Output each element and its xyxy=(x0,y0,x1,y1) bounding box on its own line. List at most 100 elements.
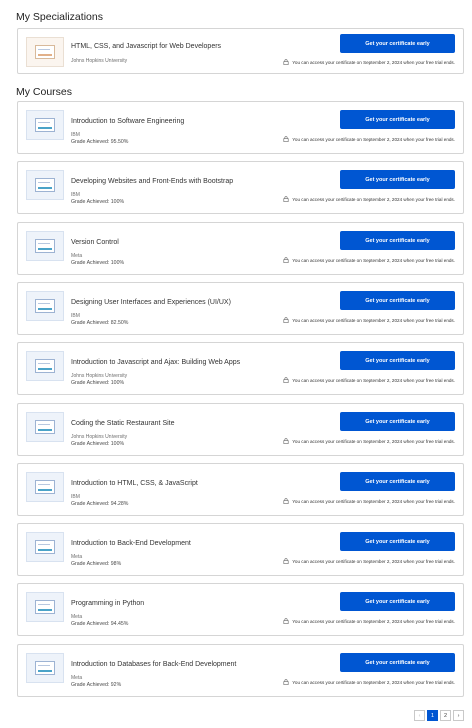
course-card[interactable]: Introduction to Software Engineering IBM G… xyxy=(17,101,464,154)
course-thumbnail xyxy=(26,532,64,562)
trial-note: You can access your certificate on Septe… xyxy=(283,558,455,564)
trial-note-text: You can access your certificate on Septe… xyxy=(292,558,455,564)
course-grade: Grade Achieved: 100% xyxy=(71,441,125,447)
trial-note: You can access your certificate on Septe… xyxy=(283,136,455,142)
course-card[interactable]: Introduction to Javascript and Ajax: Bui… xyxy=(17,342,464,395)
lock-icon xyxy=(283,196,289,202)
course-card[interactable]: Introduction to Back-End Development Meta… xyxy=(17,523,464,576)
course-card[interactable]: Introduction to Databases for Back-End D… xyxy=(17,644,464,697)
course-grade: Grade Achieved: 95.50% xyxy=(71,139,129,145)
trial-note: You can access your certificate on Septe… xyxy=(283,317,455,323)
lock-icon xyxy=(283,438,289,444)
lock-icon xyxy=(283,618,289,624)
course-thumbnail xyxy=(26,592,64,622)
course-org: IBM xyxy=(71,313,80,319)
course-org: Johns Hopkins University xyxy=(71,434,128,440)
course-grade: Grade Achieved: 94.45% xyxy=(71,621,129,627)
course-org: IBM xyxy=(71,494,80,500)
course-thumbnail xyxy=(26,412,64,442)
course-thumbnail xyxy=(26,472,64,502)
course-card[interactable]: Designing User Interfaces and Experience… xyxy=(17,282,464,335)
course-org: Meta xyxy=(71,675,83,681)
get-certificate-button[interactable]: Get your certificate early xyxy=(340,592,455,611)
get-certificate-button[interactable]: Get your certificate early xyxy=(340,291,455,310)
course-org: IBM xyxy=(71,192,80,198)
course-title[interactable]: Introduction to Software Engineering xyxy=(71,118,184,125)
next-page-button[interactable]: › xyxy=(453,710,464,721)
lock-icon xyxy=(283,679,289,685)
page-1-button[interactable]: 1 xyxy=(427,710,438,721)
get-certificate-button[interactable]: Get your certificate early xyxy=(340,170,455,189)
get-certificate-button[interactable]: Get your certificate early xyxy=(340,653,455,672)
trial-note-text: You can access your certificate on Septe… xyxy=(292,136,455,142)
course-org: IBM xyxy=(71,132,80,138)
trial-note-text: You can access your certificate on Septe… xyxy=(292,377,455,383)
lock-icon xyxy=(283,498,289,504)
course-card[interactable]: Coding the Static Restaurant Site Johns H… xyxy=(17,403,464,456)
course-title[interactable]: Introduction to Databases for Back-End D… xyxy=(71,661,236,668)
course-title[interactable]: Coding the Static Restaurant Site xyxy=(71,420,175,427)
course-title[interactable]: Version Control xyxy=(71,239,119,246)
course-card[interactable]: Version Control Meta Grade Achieved: 100% G… xyxy=(17,222,464,275)
trial-note-text: You can access your certificate on Septe… xyxy=(292,498,455,504)
lock-icon xyxy=(283,136,289,142)
course-thumbnail xyxy=(26,231,64,261)
course-org: Meta xyxy=(71,614,83,620)
lock-icon xyxy=(283,317,289,323)
course-card[interactable]: Introduction to HTML, CSS, & JavaScript I… xyxy=(17,463,464,516)
course-grade: Grade Achieved: 82.50% xyxy=(71,320,129,326)
course-thumbnail xyxy=(26,351,64,381)
course-thumbnail xyxy=(26,110,64,140)
trial-note: You can access your certificate on Septe… xyxy=(283,618,455,624)
courses-heading: My Courses xyxy=(16,86,73,98)
trial-note: You can access your certificate on Septe… xyxy=(283,438,455,444)
pagination: ‹ 1 2 › xyxy=(414,710,464,721)
get-certificate-button[interactable]: Get your certificate early xyxy=(340,472,455,491)
course-card[interactable]: Programming in Python Meta Grade Achieved:… xyxy=(17,583,464,636)
course-grade: Grade Achieved: 94.28% xyxy=(71,501,129,507)
course-title[interactable]: Introduction to Javascript and Ajax: Bui… xyxy=(71,359,240,366)
trial-note: You can access your certificate on Septe… xyxy=(283,196,455,202)
course-title[interactable]: Programming in Python xyxy=(71,600,144,607)
get-certificate-button[interactable]: Get your certificate early xyxy=(340,231,455,250)
trial-note-text: You can access your certificate on Septe… xyxy=(292,196,455,202)
trial-note: You can access your certificate on Septe… xyxy=(283,377,455,383)
course-grade: Grade Achieved: 100% xyxy=(71,260,125,266)
course-title[interactable]: Introduction to Back-End Development xyxy=(71,540,191,547)
get-certificate-button[interactable]: Get your certificate early xyxy=(340,532,455,551)
course-org: Johns Hopkins University xyxy=(71,373,128,379)
get-certificate-button[interactable]: Get your certificate early xyxy=(340,34,455,53)
trial-note: You can access your certificate on Septe… xyxy=(283,59,455,65)
trial-note: You can access your certificate on Septe… xyxy=(283,679,455,685)
specialization-card[interactable]: HTML, CSS, and Javascript for Web Develo… xyxy=(17,28,464,74)
course-title[interactable]: Designing User Interfaces and Experience… xyxy=(71,299,231,306)
trial-note: You can access your certificate on Septe… xyxy=(283,498,455,504)
specializations-heading: My Specializations xyxy=(16,11,103,23)
course-title[interactable]: Introduction to HTML, CSS, & JavaScript xyxy=(71,480,198,487)
course-org: Meta xyxy=(71,253,83,259)
trial-note-text: You can access your certificate on Septe… xyxy=(292,59,455,65)
page-2-button[interactable]: 2 xyxy=(440,710,451,721)
get-certificate-button[interactable]: Get your certificate early xyxy=(340,110,455,129)
course-grade: Grade Achieved: 100% xyxy=(71,199,125,205)
course-title[interactable]: Developing Websites and Front-Ends with … xyxy=(71,178,233,185)
specialization-org: Johns Hopkins University xyxy=(71,58,128,64)
certificate-thumbnail xyxy=(26,37,64,67)
trial-note-text: You can access your certificate on Septe… xyxy=(292,317,455,323)
course-grade: Grade Achieved: 92% xyxy=(71,682,122,688)
course-card[interactable]: Developing Websites and Front-Ends with … xyxy=(17,161,464,214)
trial-note-text: You can access your certificate on Septe… xyxy=(292,438,455,444)
specialization-title[interactable]: HTML, CSS, and Javascript for Web Develo… xyxy=(71,43,221,50)
get-certificate-button[interactable]: Get your certificate early xyxy=(340,351,455,370)
prev-page-button[interactable]: ‹ xyxy=(414,710,425,721)
get-certificate-button[interactable]: Get your certificate early xyxy=(340,412,455,431)
course-thumbnail xyxy=(26,653,64,683)
trial-note-text: You can access your certificate on Septe… xyxy=(292,257,455,263)
lock-icon xyxy=(283,558,289,564)
trial-note-text: You can access your certificate on Septe… xyxy=(292,618,455,624)
trial-note-text: You can access your certificate on Septe… xyxy=(292,679,455,685)
course-thumbnail xyxy=(26,170,64,200)
course-thumbnail xyxy=(26,291,64,321)
trial-note: You can access your certificate on Septe… xyxy=(283,257,455,263)
course-grade: Grade Achieved: 100% xyxy=(71,380,125,386)
